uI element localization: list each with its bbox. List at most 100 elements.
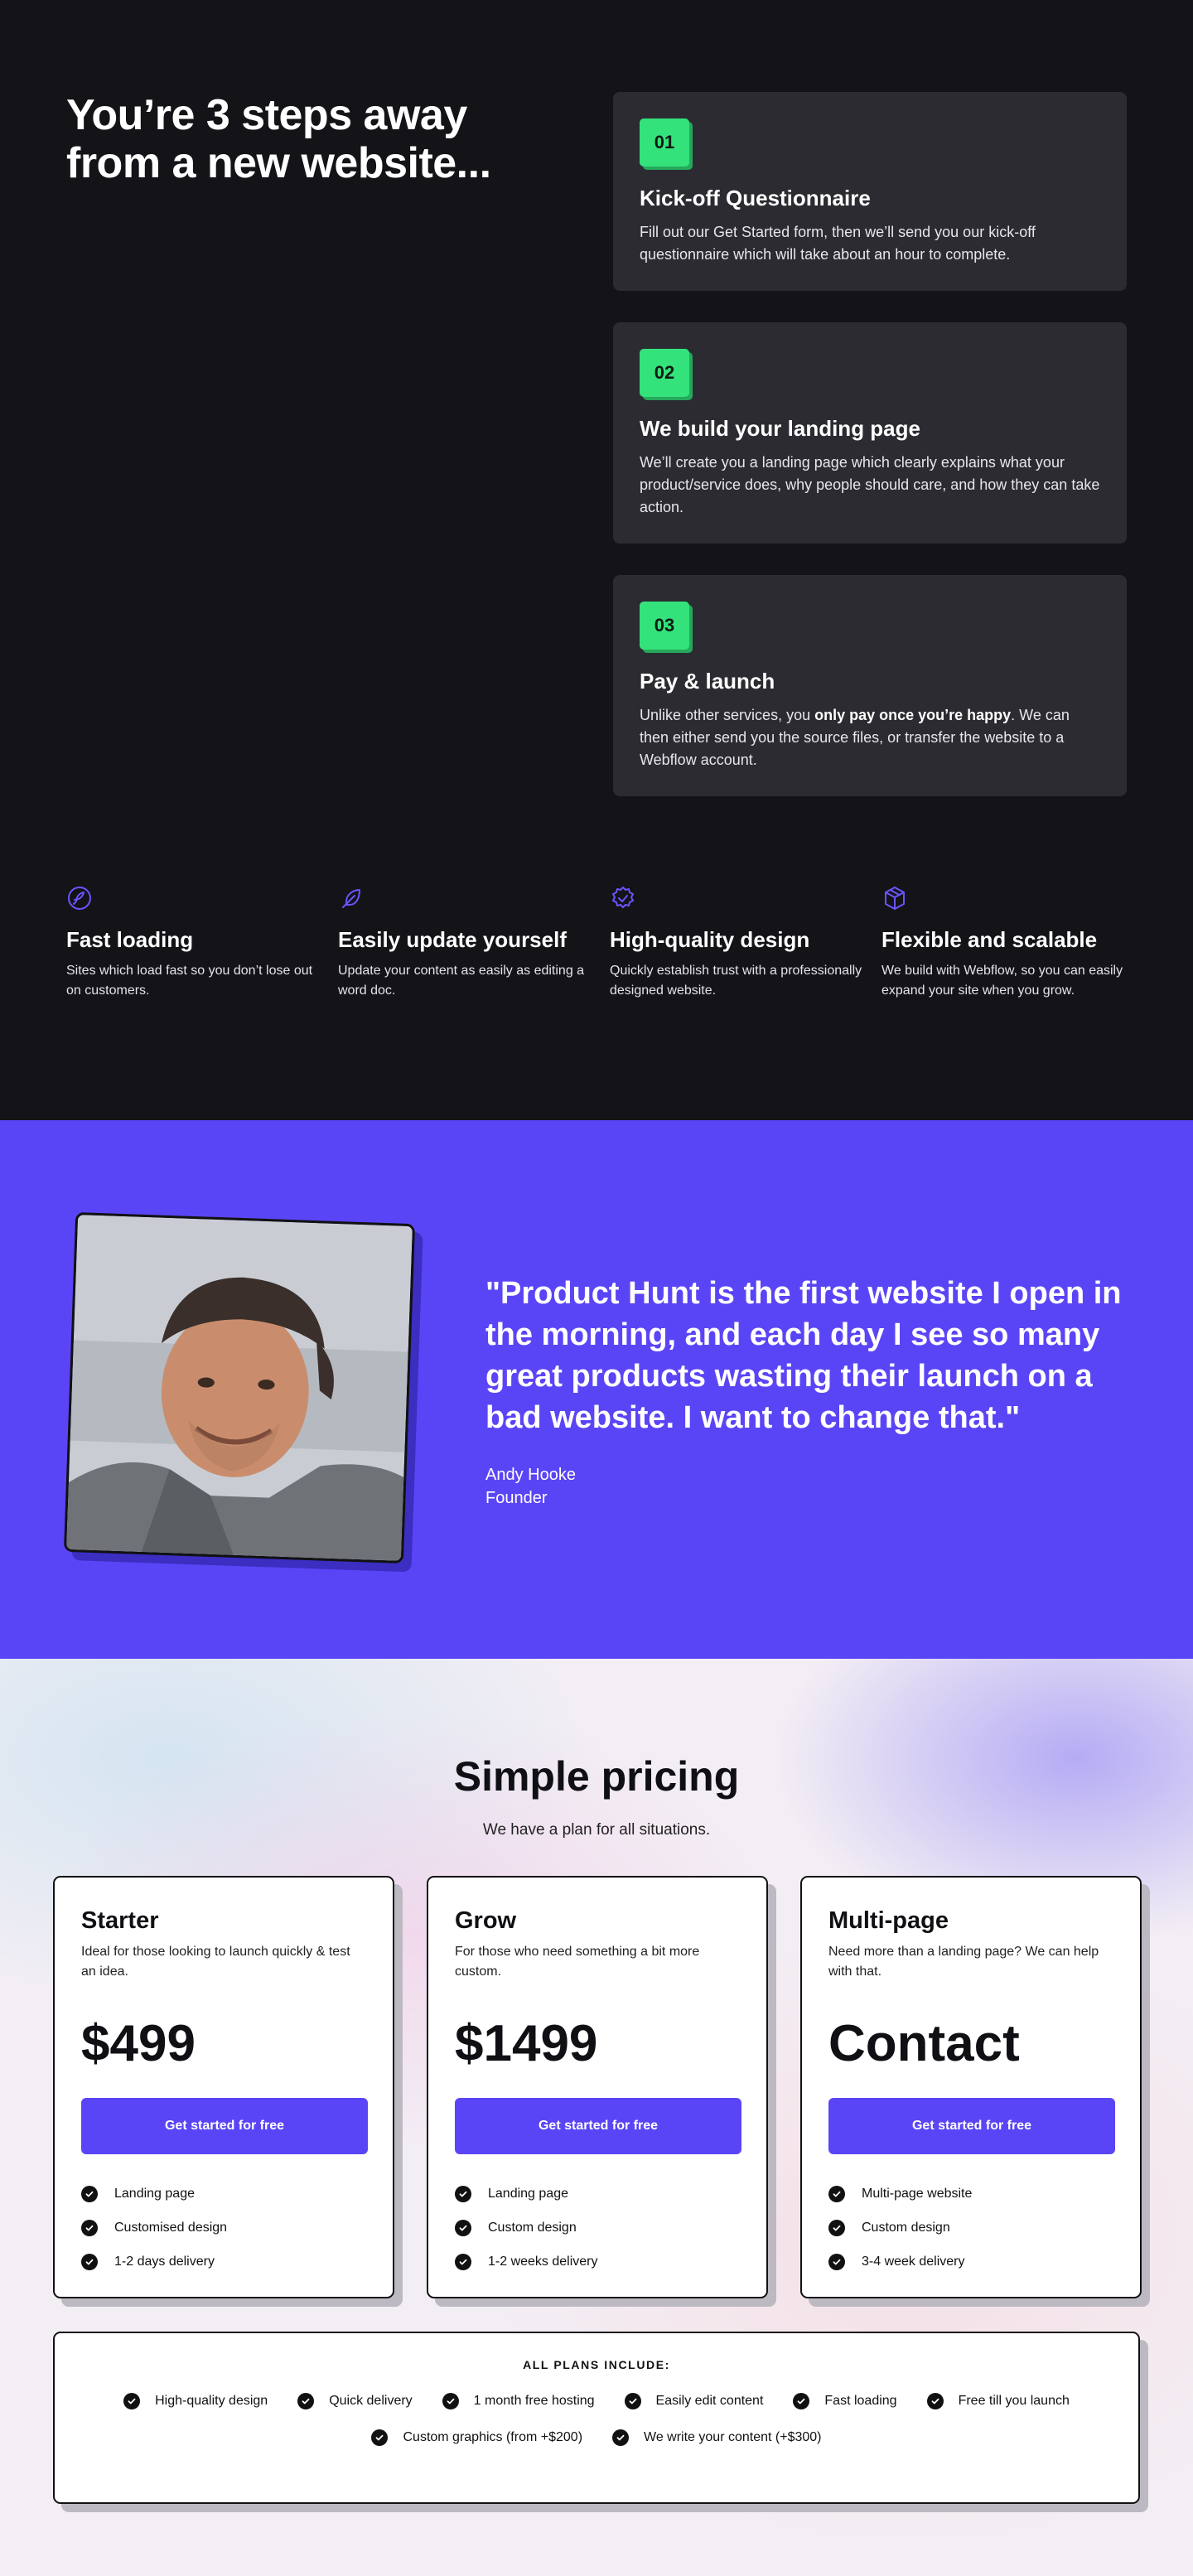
plan-price: $499: [81, 2015, 196, 2072]
plan-feature: 1-2 days delivery: [81, 2254, 366, 2270]
check-icon: [371, 2429, 389, 2446]
check-icon: [81, 2254, 98, 2270]
includes-title: ALL PLANS INCLUDE:: [523, 2358, 670, 2371]
all-plans-include-box: ALL PLANS INCLUDE: High-quality design Q…: [53, 2332, 1140, 2504]
check-icon: [442, 2393, 459, 2409]
step-card-3: 03 Pay & launch Unlike other services, y…: [613, 575, 1127, 796]
include-item: High-quality design: [123, 2393, 268, 2409]
check-icon: [455, 2254, 471, 2270]
plan-feature: 1-2 weeks delivery: [455, 2254, 740, 2270]
testimonial-section: "Product Hunt is the first website I ope…: [0, 1120, 1193, 1659]
get-started-button[interactable]: Get started for free: [455, 2098, 741, 2154]
check-icon: [793, 2393, 810, 2409]
check-icon: [926, 2393, 944, 2409]
feature-title: Flexible and scalable: [881, 927, 1098, 952]
plan-feature-list: Landing page Customised design 1-2 days …: [81, 2186, 366, 2270]
author-name: Andy Hooke: [485, 1466, 576, 1484]
feature-high-quality: High-quality design Quickly establish tr…: [610, 885, 867, 1001]
founder-photo-frame: [63, 1211, 423, 1573]
include-label: Custom graphics (from +$200): [403, 2430, 583, 2444]
plan-feature-list: Landing page Custom design 1-2 weeks del…: [455, 2186, 740, 2270]
plan-card-multi-page: Multi-page Need more than a landing page…: [800, 1876, 1142, 2298]
step-number-badge: 03: [640, 602, 689, 650]
step-card-1: 01 Kick-off Questionnaire Fill out our G…: [613, 92, 1127, 291]
cube-icon: [885, 887, 905, 910]
check-icon: [297, 2393, 315, 2409]
include-item: Quick delivery: [297, 2393, 413, 2409]
plan-price: $1499: [455, 2015, 598, 2072]
plan-price: Contact: [828, 2015, 1020, 2072]
feature-description: Update your content as easily as editing…: [338, 964, 585, 998]
include-item: Easily edit content: [624, 2393, 764, 2409]
verified-badge-icon: [612, 887, 634, 908]
include-item: We write your content (+$300): [612, 2429, 822, 2446]
check-icon: [828, 2186, 845, 2202]
plan-feature-label: Landing page: [488, 2187, 568, 2201]
plan-feature: Customised design: [81, 2220, 366, 2236]
plan-feature-label: Multi-page website: [862, 2187, 973, 2201]
step-number-badge: 02: [640, 349, 689, 397]
step-description: We’ll create you a landing page which cl…: [640, 454, 1100, 515]
feature-description: Sites which load fast so you don’t lose …: [66, 964, 313, 998]
check-icon: [828, 2220, 845, 2236]
check-icon: [612, 2429, 630, 2446]
step-description: Fill out our Get Started form, then we’l…: [640, 224, 1036, 263]
step-description: Unlike other services, you only pay once…: [640, 704, 1100, 771]
plan-feature: Landing page: [455, 2186, 740, 2202]
pricing-title: Simple pricing: [453, 1753, 740, 1800]
plan-feature: Custom design: [455, 2220, 740, 2236]
feather-icon: [342, 889, 360, 908]
include-label: 1 month free hosting: [473, 2394, 595, 2408]
plan-feature-label: 3-4 week delivery: [862, 2255, 965, 2269]
rocket-icon: [68, 887, 91, 910]
pricing-subtitle: We have a plan for all situations.: [482, 1821, 711, 1839]
check-icon: [455, 2186, 471, 2202]
steps-section: You’re 3 steps away from a new website..…: [0, 0, 1193, 1120]
plan-feature-label: 1-2 weeks delivery: [488, 2255, 598, 2269]
author-role: Founder: [485, 1489, 548, 1507]
step-card-2: 02 We build your landing page We’ll crea…: [613, 322, 1127, 544]
pricing-section: Simple pricing We have a plan for all si…: [0, 1659, 1193, 2576]
step-description-emphasis: only pay once you’re happy: [814, 707, 1012, 723]
step-description-text: Unlike other services, you: [640, 707, 815, 723]
portrait-illustration: [66, 1215, 413, 1561]
include-label: Fast loading: [824, 2394, 897, 2408]
get-started-button[interactable]: Get started for free: [81, 2098, 368, 2154]
check-icon: [624, 2393, 641, 2409]
plan-feature: Landing page: [81, 2186, 366, 2202]
plan-feature-list: Multi-page website Custom design 3-4 wee…: [828, 2186, 1113, 2270]
include-label: High-quality design: [155, 2394, 268, 2408]
plan-name: Grow: [455, 1907, 517, 1934]
plan-feature-label: Custom design: [862, 2221, 950, 2235]
step-title: Kick-off Questionnaire: [640, 186, 871, 210]
plan-feature: Custom design: [828, 2220, 1113, 2236]
includes-row: Custom graphics (from +$200) We write yo…: [55, 2429, 1138, 2446]
step-title: Pay & launch: [640, 669, 775, 694]
feature-description: Quickly establish trust with a professio…: [610, 964, 862, 998]
plan-feature-label: Landing page: [114, 2187, 195, 2201]
plan-feature: Multi-page website: [828, 2186, 1113, 2202]
feature-easily-update: Easily update yourself Update your conte…: [338, 885, 595, 1001]
get-started-button[interactable]: Get started for free: [828, 2098, 1115, 2154]
plan-description: Ideal for those looking to launch quickl…: [81, 1945, 350, 1979]
plan-description: Need more than a landing page? We can he…: [828, 1945, 1099, 1979]
step-title: We build your landing page: [640, 416, 920, 441]
include-item: 1 month free hosting: [442, 2393, 595, 2409]
include-label: Quick delivery: [329, 2394, 413, 2408]
plan-feature-label: Custom design: [488, 2221, 577, 2235]
testimonial-quote: "Product Hunt is the first website I ope…: [485, 1276, 1122, 1435]
feature-title: Fast loading: [66, 927, 194, 952]
check-icon: [455, 2220, 471, 2236]
include-item: Free till you launch: [926, 2393, 1070, 2409]
check-icon: [828, 2254, 845, 2270]
include-label: Easily edit content: [655, 2394, 764, 2408]
plan-name: Starter: [81, 1907, 159, 1934]
check-icon: [81, 2186, 98, 2202]
check-icon: [123, 2393, 141, 2409]
feature-fast-loading: Fast loading Sites which load fast so yo…: [66, 885, 323, 1001]
plan-feature: 3-4 week delivery: [828, 2254, 1113, 2270]
feature-flexible: Flexible and scalable We build with Webf…: [881, 885, 1138, 1001]
plan-description: For those who need something a bit more …: [455, 1945, 700, 1979]
plan-feature-label: Customised design: [114, 2221, 228, 2235]
plan-feature-label: 1-2 days delivery: [114, 2255, 215, 2269]
